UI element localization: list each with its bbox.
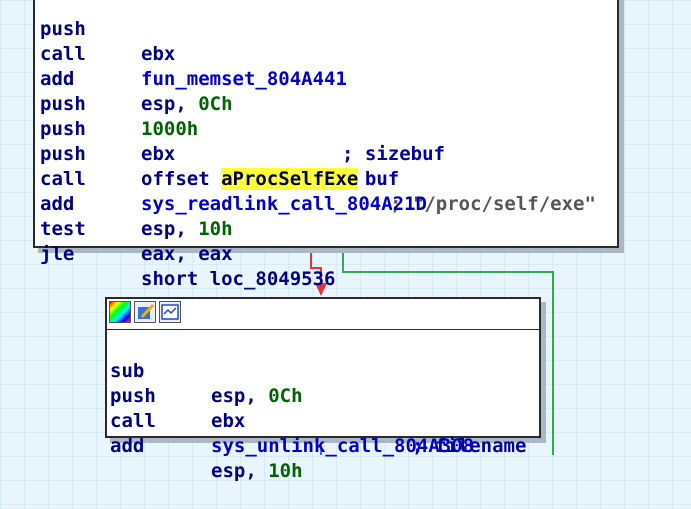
instruction-line[interactable]: call sys_readlink_call_804A21D <box>35 142 427 215</box>
operand: eax, eax <box>141 243 233 265</box>
operand-register: esp, <box>211 385 269 407</box>
instruction-line[interactable]: test eax, eax <box>35 192 233 265</box>
instruction-line[interactable]: push ebx <box>35 0 175 65</box>
instruction-line[interactable]: push 1000h ; sizebuf <box>35 67 445 165</box>
comment: ; sizebuf <box>342 143 445 165</box>
operand-register: esp, <box>211 460 269 482</box>
toolbar-divider <box>107 329 539 330</box>
mnemonic: add <box>110 435 145 457</box>
instruction-line[interactable]: call sys_unlink_call_804A308 <box>107 384 474 457</box>
highlighted-symbol[interactable]: aProcSelfExe <box>221 168 359 190</box>
operand: ebx <box>211 410 246 432</box>
instruction-line[interactable]: jle short loc_8049536 <box>35 217 335 290</box>
instruction-line[interactable]: sub esp, 0Ch <box>107 334 303 407</box>
instruction-line[interactable]: push offset aProcSelfExe ; "/proc/self/e… <box>35 117 596 215</box>
operand-register: esp, <box>141 218 199 240</box>
operand-prefix: offset <box>141 168 222 190</box>
instruction-line[interactable]: call fun_memset_804A441 <box>35 17 347 90</box>
operand-register: esp, <box>141 93 199 115</box>
basic-block-bottom[interactable]: sub esp, 0Ch push ebx ; filename call sy… <box>105 297 541 482</box>
operand: ebx <box>141 143 176 165</box>
graph-overview-icon[interactable] <box>159 301 181 323</box>
basic-block-top[interactable]: push ebx call fun_memset_804A441 add esp… <box>33 0 619 290</box>
jump-target[interactable]: short loc_8049536 <box>141 267 335 292</box>
operand: ebx <box>141 43 176 65</box>
function-reference[interactable]: sys_unlink_call_804A308 <box>211 434 474 459</box>
instruction-line[interactable]: add esp, 10h <box>107 409 303 482</box>
function-reference[interactable]: fun_memset_804A441 <box>141 67 347 92</box>
operand-immediate: 1000h <box>141 118 199 140</box>
instruction-line[interactable]: add esp, 10h <box>35 167 233 240</box>
operand-immediate: 0Ch <box>268 385 303 407</box>
node-color-icon[interactable] <box>109 301 131 323</box>
instruction-line[interactable]: push ebx ; filename <box>107 359 526 457</box>
node-toolbar <box>109 301 181 327</box>
instruction-line[interactable]: add esp, 0Ch <box>35 42 233 115</box>
mnemonic: jle <box>40 243 75 265</box>
instruction-line[interactable]: push ebx ; buf <box>35 92 399 190</box>
function-reference[interactable]: sys_readlink_call_804A21D <box>141 192 427 217</box>
rename-node-icon[interactable] <box>134 301 156 323</box>
operand-immediate: 10h <box>268 460 303 482</box>
operand-immediate: 0Ch <box>198 93 233 115</box>
operand-immediate: 10h <box>198 218 233 240</box>
